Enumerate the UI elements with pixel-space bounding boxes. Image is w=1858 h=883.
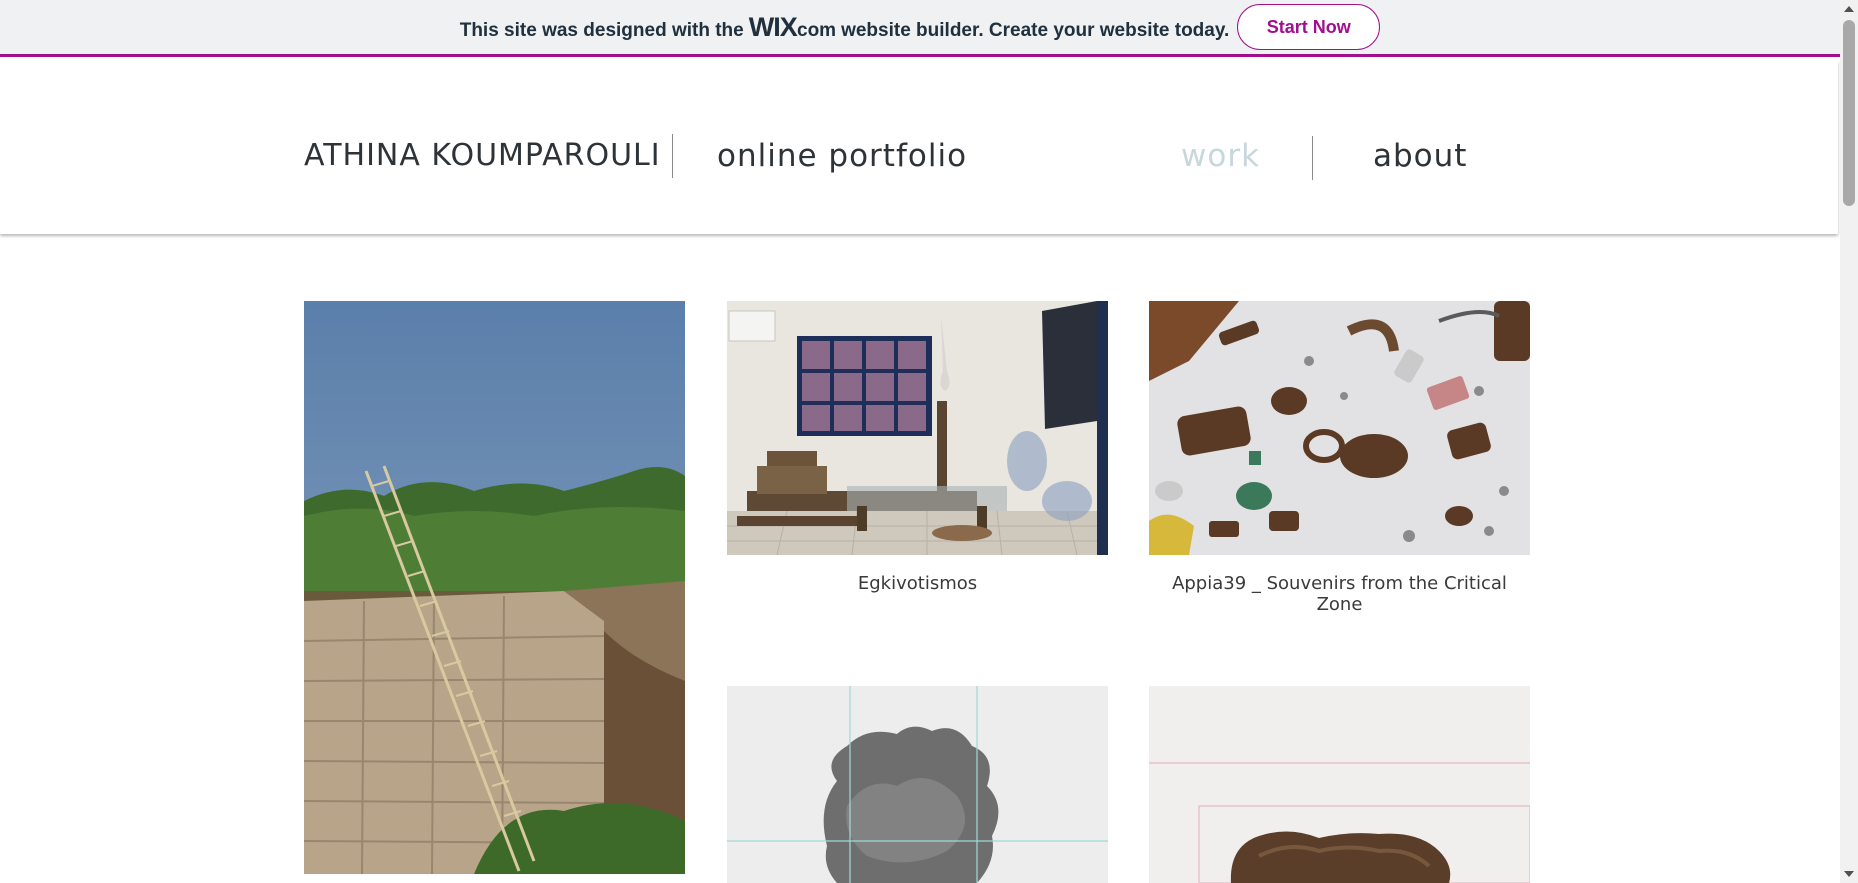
wix-promo-text: This site was designed with the WIX.com … [460, 12, 1230, 43]
nav-item-about[interactable]: about [1373, 138, 1467, 174]
gallery-item-ladder-wall[interactable] [304, 301, 685, 874]
nav-divider [1312, 136, 1313, 180]
ladder-wall-image [304, 301, 685, 874]
scroll-down-arrow-icon[interactable] [1844, 871, 1854, 877]
wix-promo-banner: This site was designed with the WIX.com … [0, 0, 1840, 57]
caption-egkivotismos[interactable]: Egkivotismos [727, 573, 1108, 594]
scroll-up-arrow-icon[interactable] [1844, 6, 1854, 12]
nav-item-work[interactable]: work [1181, 138, 1260, 174]
site-name[interactable]: ATHINA KOUMPAROULI [304, 138, 661, 173]
wix-promo-text-before: This site was designed with the [459, 19, 744, 41]
gallery-item-appia39[interactable] [1149, 301, 1530, 555]
page-scrollbar[interactable] [1840, 0, 1858, 883]
gallery-item-rock-scan[interactable] [727, 686, 1108, 883]
appia39-image [1149, 301, 1530, 555]
rock-scan-image [727, 686, 1108, 883]
caption-appia39[interactable]: Appia39 _ Souvenirs from the Critical Zo… [1149, 573, 1530, 615]
wix-logo: WIX.com [748, 11, 837, 42]
dark-object-image [1149, 686, 1530, 883]
egkivotismos-image [727, 301, 1108, 555]
site-tagline: online portfolio [717, 138, 968, 174]
site-header: ATHINA KOUMPAROULI online portfolio work… [0, 60, 1838, 234]
wix-promo-text-after: website builder. Create your website tod… [841, 19, 1230, 41]
gallery-item-dark-object[interactable] [1149, 686, 1530, 883]
start-now-button[interactable]: Start Now [1237, 4, 1381, 50]
gallery-item-egkivotismos[interactable] [727, 301, 1108, 555]
header-divider [672, 134, 673, 178]
scroll-thumb[interactable] [1843, 20, 1855, 206]
